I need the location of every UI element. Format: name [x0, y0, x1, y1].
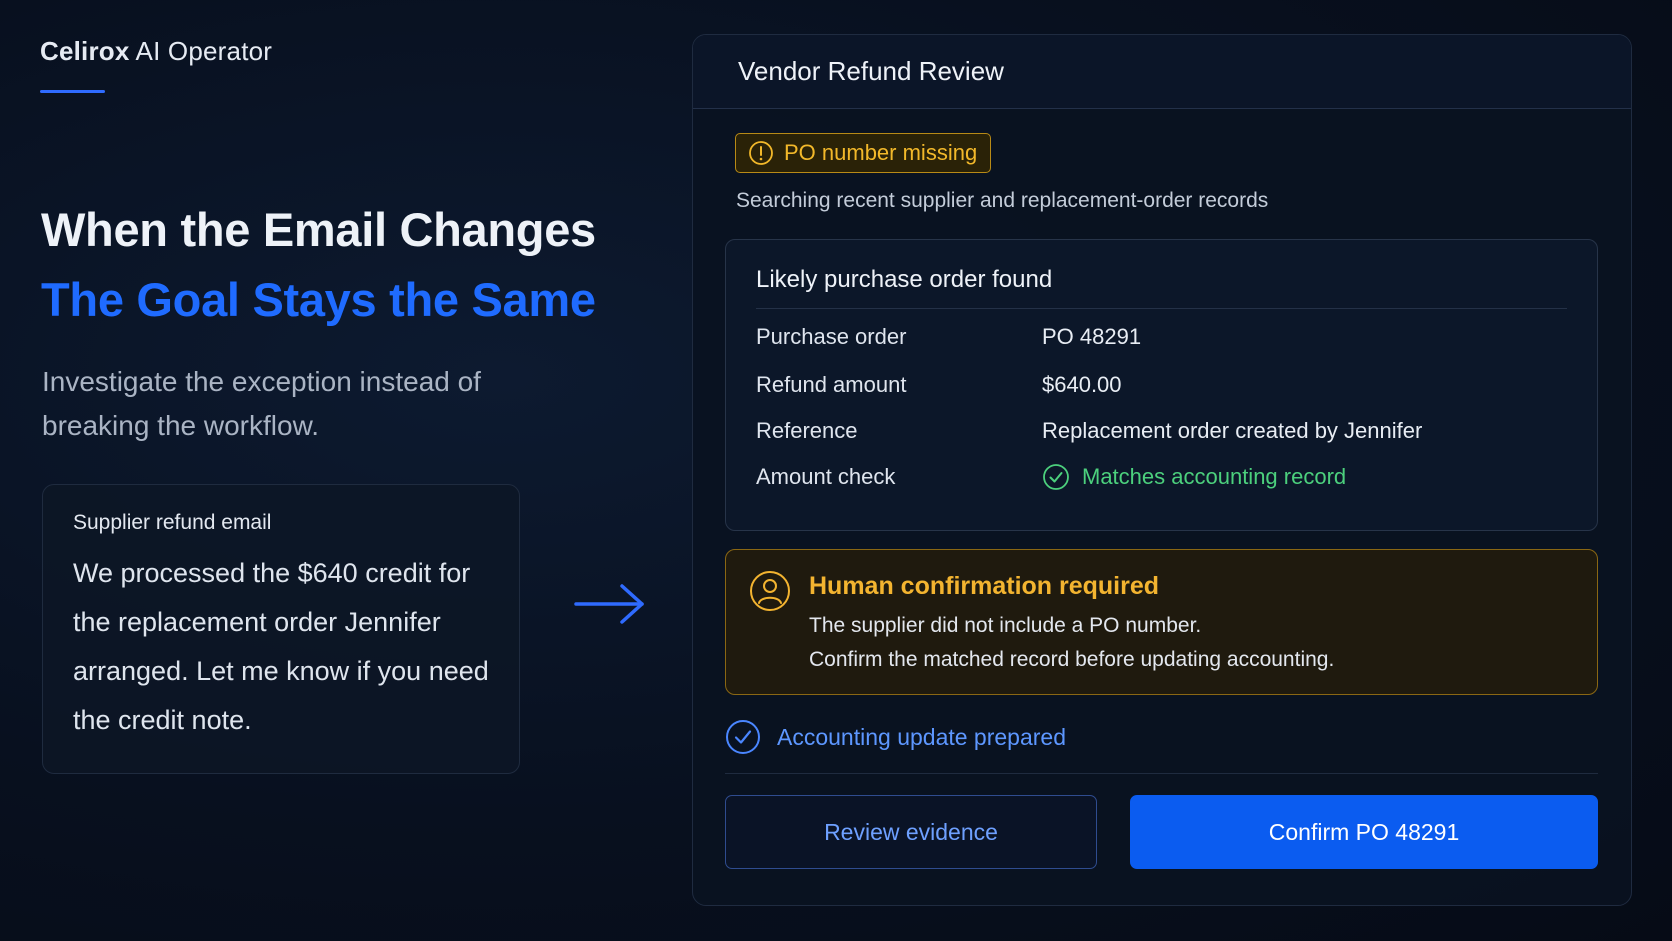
- searching-status: Searching recent supplier and replacemen…: [736, 189, 1269, 212]
- divider: [725, 773, 1598, 774]
- vendor-refund-review-panel: Vendor Refund Review PO number missing S…: [692, 34, 1632, 906]
- po-row-reference: Reference Replacement order created by J…: [756, 416, 1567, 446]
- supplier-email-card: Supplier refund email We processed the $…: [42, 484, 520, 774]
- brand-name-bold: Celirox: [40, 36, 130, 66]
- accounting-update-status: Accounting update prepared: [725, 719, 1066, 755]
- purchase-order-card: Likely purchase order found Purchase ord…: [725, 239, 1598, 531]
- po-row-key: Purchase order: [756, 324, 907, 349]
- panel-title: Vendor Refund Review: [738, 56, 1004, 86]
- po-row-purchase-order: Purchase order PO 48291: [756, 322, 1567, 352]
- confirmation-line-1: The supplier did not include a PO number…: [809, 614, 1202, 637]
- amount-check-label: Matches accounting record: [1082, 464, 1347, 489]
- user-icon: [750, 571, 790, 611]
- confirm-po-button[interactable]: Confirm PO 48291: [1130, 795, 1598, 869]
- po-row-key: Refund amount: [756, 372, 907, 397]
- po-missing-badge: PO number missing: [735, 133, 992, 173]
- brand-underline: [40, 90, 105, 93]
- po-row-value: PO 48291: [1042, 324, 1142, 349]
- check-circle-icon: [726, 720, 760, 754]
- po-row-key: Reference: [756, 418, 858, 443]
- amount-check-status: Matches accounting record: [1042, 463, 1346, 491]
- po-row-refund-amount: Refund amount $640.00: [756, 370, 1567, 400]
- check-circle-icon: [1043, 464, 1069, 490]
- panel-header: Vendor Refund Review: [693, 35, 1631, 109]
- brand-name-rest: AI Operator: [135, 36, 273, 66]
- po-row-value: Replacement order created by Jennifer: [1042, 418, 1423, 443]
- po-row-value: $640.00: [1042, 372, 1122, 397]
- badge-label: PO number missing: [784, 140, 978, 165]
- headline-accent: The Goal Stays the Same: [41, 273, 596, 326]
- email-body: We processed the $640 credit for the rep…: [73, 558, 489, 735]
- po-row-key: Amount check: [756, 464, 896, 489]
- po-row-amount-check: Amount check Matches accounting record: [756, 462, 1567, 492]
- brand-logo: Celirox AI Operator: [40, 36, 272, 67]
- alert-circle-icon: [749, 141, 773, 165]
- review-evidence-button[interactable]: Review evidence: [725, 795, 1097, 869]
- headline: When the Email Changes: [41, 203, 596, 256]
- po-card-title: Likely purchase order found: [756, 240, 1567, 309]
- email-label: Supplier refund email: [73, 511, 272, 534]
- confirmation-line-2: Confirm the matched record before updati…: [809, 648, 1335, 671]
- confirmation-title: Human confirmation required: [809, 572, 1160, 600]
- arrow-right-icon: [574, 584, 644, 624]
- subcopy: Investigate the exception instead of bre…: [42, 366, 481, 441]
- accounting-update-label: Accounting update prepared: [777, 723, 1066, 750]
- human-confirmation-card: Human confirmation required The supplier…: [725, 549, 1598, 695]
